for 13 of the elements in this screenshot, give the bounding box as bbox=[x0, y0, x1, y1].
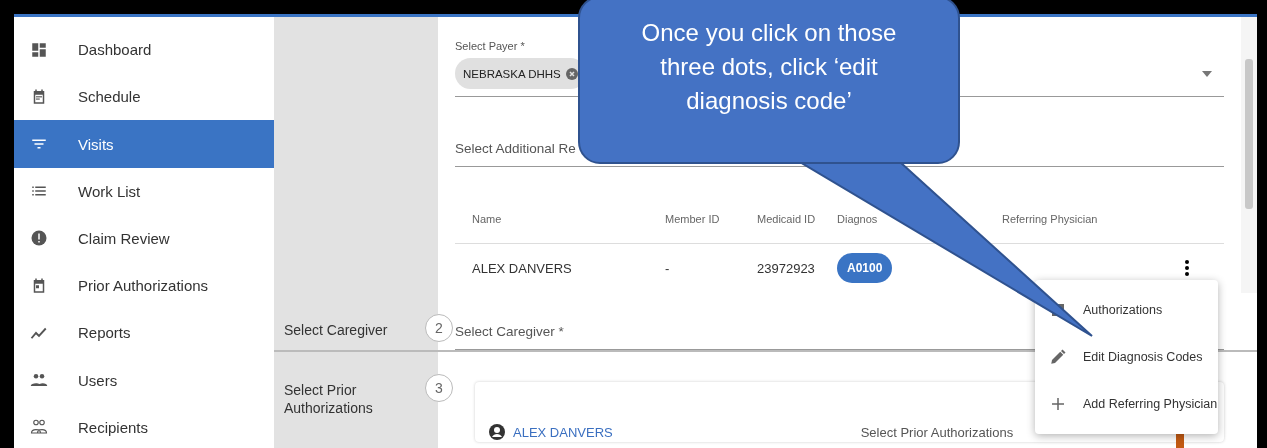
card-text: Select Prior Authorizations bbox=[860, 425, 1014, 440]
table-cell-text: 23972923 bbox=[757, 260, 816, 276]
table-cell-text: ALEX DANVERS bbox=[472, 260, 573, 276]
callout-tooltip: Once you click on those three dots, click ‘edit diagnosis code’ bbox=[578, 0, 960, 164]
column-header: Member ID bbox=[665, 213, 721, 225]
column-header: Medicaid ID bbox=[757, 213, 817, 225]
field-label: Select Payer * bbox=[455, 40, 526, 52]
column-header: Name bbox=[472, 213, 503, 225]
table-cell-text: - bbox=[665, 260, 671, 276]
section-label: Select Caregiver bbox=[284, 322, 388, 338]
column-header: Referring Physician bbox=[1002, 213, 1099, 225]
section-label: Select Prior Authorizations bbox=[284, 382, 373, 416]
column-header: Diagnos bbox=[837, 213, 879, 225]
